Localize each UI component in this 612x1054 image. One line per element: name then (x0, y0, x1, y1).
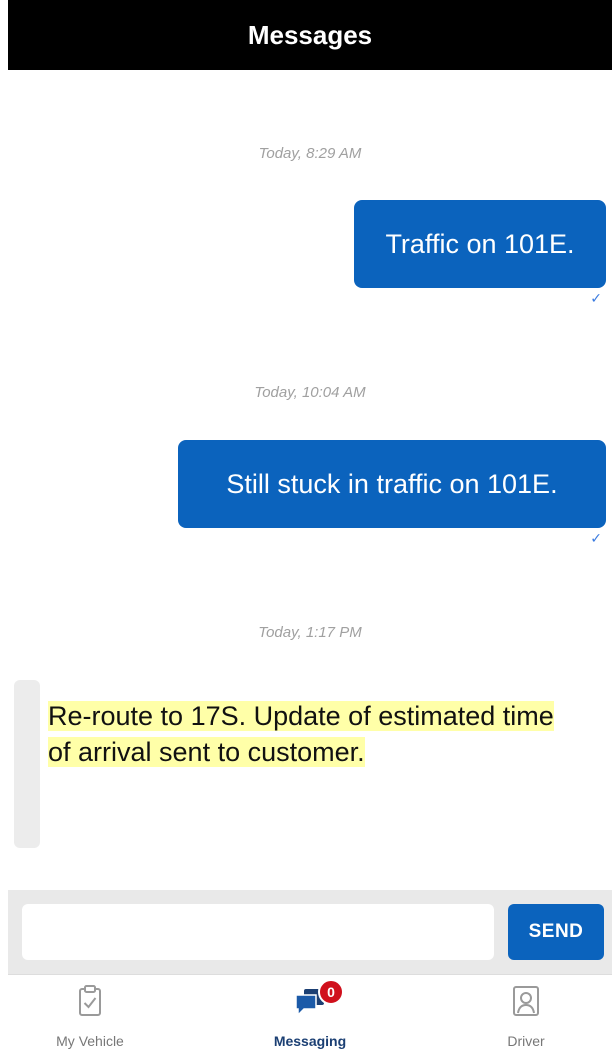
tab-driver[interactable]: Driver (446, 975, 606, 1054)
outgoing-message-bubble[interactable]: Traffic on 101E. (354, 200, 606, 288)
app-header: Messages (8, 0, 612, 70)
tab-label: Driver (507, 1033, 545, 1049)
message-text: Traffic on 101E. (385, 228, 575, 259)
tab-label: My Vehicle (56, 1033, 124, 1049)
driver-profile-icon (513, 986, 539, 1016)
outgoing-message-bubble[interactable]: Still stuck in traffic on 101E. (178, 440, 606, 528)
message-text: Still stuck in traffic on 101E. (226, 468, 558, 499)
unread-count-badge: 0 (318, 979, 344, 1005)
bottom-tab-bar: My Vehicle 0 Messaging Driver (8, 974, 612, 1053)
delivered-check-icon: ✓ (590, 290, 602, 306)
tab-messaging[interactable]: 0 Messaging (230, 975, 390, 1054)
message-timestamp: Today, 8:29 AM (258, 145, 362, 162)
message-input[interactable] (22, 904, 494, 960)
send-button[interactable]: SEND (508, 904, 604, 960)
tab-label: Messaging (273, 1033, 347, 1049)
incoming-message-bubble[interactable]: Re-route to 17S. Update of estimated tim… (14, 680, 598, 848)
message-text: Re-route to 17S. Update of estimated tim… (48, 701, 554, 767)
clipboard-check-icon (79, 985, 101, 1016)
delivered-check-icon: ✓ (590, 530, 602, 546)
tab-my-vehicle[interactable]: My Vehicle (10, 975, 170, 1054)
message-timestamp: Today, 10:04 AM (254, 384, 366, 401)
message-composer: SEND (8, 890, 612, 974)
page-title: Messages (247, 19, 373, 50)
incoming-message-bar (14, 680, 40, 848)
message-timestamp: Today, 1:17 PM (258, 624, 362, 641)
